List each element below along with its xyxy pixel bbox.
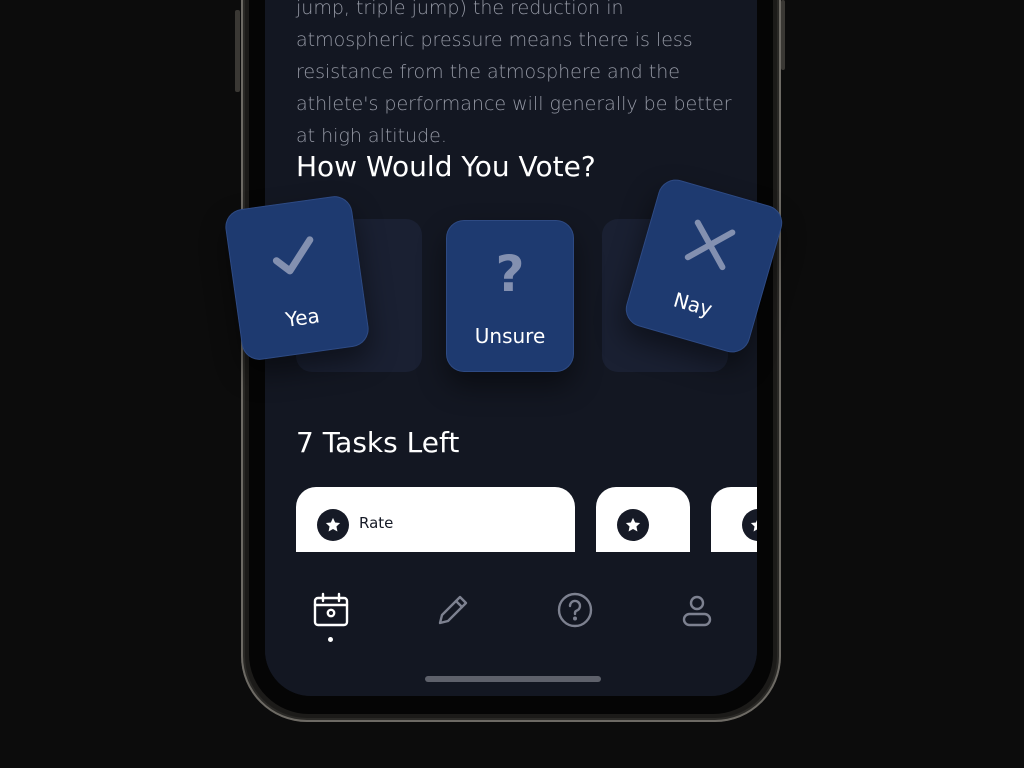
active-tab-indicator [328,637,333,642]
stage: jump, triple jump) the reduction in atmo… [0,0,1024,768]
pencil-icon [438,595,468,625]
user-icon [682,595,712,627]
article-body-text: jump, triple jump) the reduction in atmo… [296,0,732,147]
x-icon [640,196,781,293]
check-icon [226,216,362,297]
star-icon [317,509,349,541]
task-card-label: Rate [359,514,394,532]
tab-edit[interactable] [433,590,473,630]
vote-option-unsure[interactable]: ? Unsure [446,220,574,372]
phone-volume-button [235,10,240,92]
phone-power-button [781,0,785,70]
question-circle-icon [557,592,593,628]
calendar-icon [313,592,349,627]
vote-option-label: Yea [284,303,322,332]
tasks-section-title: 7 Tasks Left [296,426,460,459]
question-mark-glyph: ? [495,245,525,303]
tab-calendar[interactable] [311,590,351,630]
question-mark-icon: ? [446,242,574,306]
vote-option-label: Unsure [474,324,546,348]
tab-profile[interactable] [677,590,717,630]
star-icon [617,509,649,541]
tab-help[interactable] [555,590,595,630]
star-icon [742,509,757,541]
vote-section-title: How Would You Vote? [296,150,596,183]
home-indicator[interactable] [425,676,601,682]
vote-option-yea[interactable]: Yea [223,193,371,363]
bottom-tab-bar [265,552,757,696]
